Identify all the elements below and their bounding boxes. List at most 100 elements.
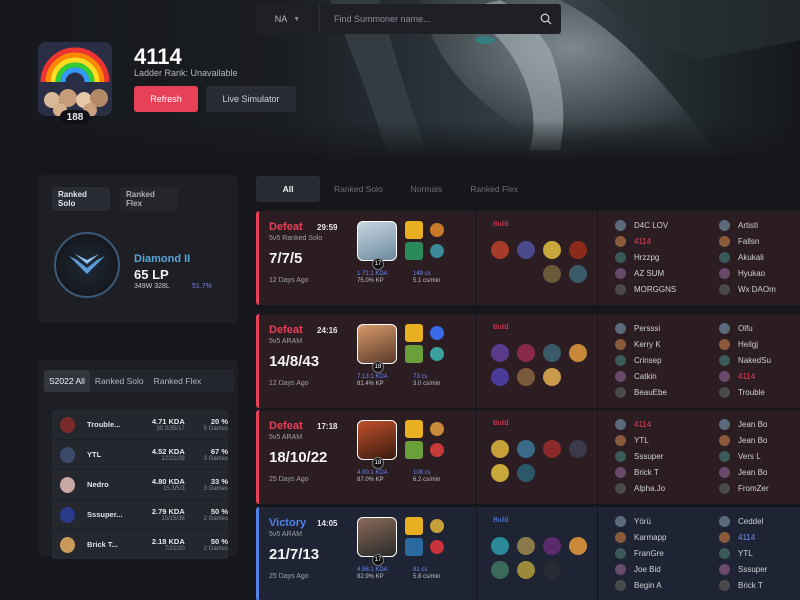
summoner-spell-icon[interactable] xyxy=(405,517,423,535)
item-icon[interactable] xyxy=(491,464,509,482)
player-row[interactable]: Sssuper xyxy=(615,448,705,464)
tab-ranked-solo[interactable]: Ranked Solo xyxy=(52,187,110,211)
player-row[interactable]: Karmapp xyxy=(615,529,705,545)
player-row[interactable]: Yörü xyxy=(615,513,705,529)
champion-row[interactable]: Trouble... 4.71 KDA 30.3/35/17 20 % 5 Game… xyxy=(52,410,228,439)
player-row[interactable]: NakedSu xyxy=(719,352,800,368)
player-row[interactable]: Alpha.Jo xyxy=(615,480,705,496)
player-row[interactable]: 4114 xyxy=(719,529,800,545)
item-icon[interactable] xyxy=(517,440,535,458)
player-row[interactable]: Brick T xyxy=(719,577,800,593)
item-icon[interactable] xyxy=(517,368,535,386)
player-row[interactable]: Sssuper xyxy=(719,561,800,577)
item-icon[interactable] xyxy=(543,537,561,555)
match-card[interactable]: Defeat 24:16 5v5 ARAM 14/8/43 12 Days Ago 18 7… xyxy=(256,314,800,408)
summoner-spell-icon[interactable] xyxy=(405,324,423,342)
player-row[interactable]: Jean Bo xyxy=(719,432,800,448)
player-row[interactable]: 4114 xyxy=(615,416,705,432)
summoner-spell-icon[interactable] xyxy=(405,538,423,556)
champion-row[interactable]: Brick T... 2.18 KDA 7/21/20 50 % 2 Games xyxy=(52,530,228,559)
item-icon[interactable] xyxy=(517,537,535,555)
tab-season-ranked-solo[interactable]: Ranked Solo xyxy=(90,370,149,392)
player-row[interactable]: 4114 xyxy=(615,233,705,249)
tab-s2022-all[interactable]: S2022 All xyxy=(44,370,90,392)
item-icon[interactable] xyxy=(491,440,509,458)
item-icon[interactable] xyxy=(517,464,535,482)
player-row[interactable]: Jean Bo xyxy=(719,464,800,480)
player-row[interactable]: Begin A xyxy=(615,577,705,593)
tab-ranked-flex[interactable]: Ranked Flex xyxy=(120,187,178,211)
item-icon[interactable] xyxy=(543,241,561,259)
rune-icon[interactable] xyxy=(430,326,444,340)
summoner-spell-icon[interactable] xyxy=(405,441,423,459)
player-row[interactable]: Heilgj xyxy=(719,336,800,352)
search-input[interactable] xyxy=(320,4,531,34)
item-icon[interactable] xyxy=(491,344,509,362)
player-row[interactable]: AZ SUM xyxy=(615,265,705,281)
tab-ranked-flex-matches[interactable]: Ranked Flex xyxy=(456,176,532,202)
item-icon[interactable] xyxy=(517,344,535,362)
tab-ranked-solo-matches[interactable]: Ranked Solo xyxy=(320,176,397,202)
player-row[interactable]: Joe Bid xyxy=(615,561,705,577)
item-icon[interactable] xyxy=(569,440,587,458)
item-icon[interactable] xyxy=(517,241,535,259)
tab-all[interactable]: All xyxy=(256,176,320,202)
player-row[interactable]: Hyukao xyxy=(719,265,800,281)
player-row[interactable]: YTL xyxy=(719,545,800,561)
player-row[interactable]: Jean Bo xyxy=(719,416,800,432)
summoner-spell-icon[interactable] xyxy=(405,345,423,363)
rune-icon[interactable] xyxy=(430,244,444,258)
player-row[interactable]: Catkin xyxy=(615,368,705,384)
player-row[interactable]: Fallsn xyxy=(719,233,800,249)
match-card[interactable]: Victory 14:05 5v5 ARAM 21/7/13 25 Days Ago 17… xyxy=(256,507,800,600)
player-row[interactable]: Crinsep xyxy=(615,352,705,368)
rune-icon[interactable] xyxy=(430,519,444,533)
rune-icon[interactable] xyxy=(430,443,444,457)
player-row[interactable]: Persssi xyxy=(615,320,705,336)
champion-portrait[interactable] xyxy=(357,420,397,460)
champion-row[interactable]: YTL 4.52 KDA 12/21/39 67 % 3 Games xyxy=(52,440,228,469)
player-row[interactable]: Olfu xyxy=(719,320,800,336)
player-row[interactable]: FranGre xyxy=(615,545,705,561)
player-row[interactable]: FromZer xyxy=(719,480,800,496)
item-icon[interactable] xyxy=(543,265,561,283)
item-icon[interactable] xyxy=(543,344,561,362)
item-icon[interactable] xyxy=(543,368,561,386)
player-row[interactable]: Vers L xyxy=(719,448,800,464)
player-row[interactable]: YTL xyxy=(615,432,705,448)
summoner-spell-icon[interactable] xyxy=(405,242,423,260)
player-row[interactable]: Hrzzpg xyxy=(615,249,705,265)
champion-row[interactable]: Sssuper... 2.79 KDA 15/15/38 50 % 2 Games xyxy=(52,500,228,529)
player-row[interactable]: Trouble xyxy=(719,384,800,400)
search-icon[interactable] xyxy=(531,4,561,34)
match-card[interactable]: Defeat 29:59 5v5 Ranked Solo 7/7/5 12 Days A… xyxy=(256,211,800,305)
item-icon[interactable] xyxy=(569,265,587,283)
item-icon[interactable] xyxy=(543,561,561,579)
player-row[interactable]: Kerry K xyxy=(615,336,705,352)
item-icon[interactable] xyxy=(517,561,535,579)
live-simulator-button[interactable]: Live Simulator xyxy=(206,86,296,112)
item-icon[interactable] xyxy=(491,241,509,259)
refresh-button[interactable]: Refresh xyxy=(134,86,198,112)
item-icon[interactable] xyxy=(491,561,509,579)
tab-normals[interactable]: Normals xyxy=(397,176,457,202)
summoner-spell-icon[interactable] xyxy=(405,221,423,239)
champion-portrait[interactable] xyxy=(357,221,397,261)
player-row[interactable]: Wx DAOm xyxy=(719,281,800,297)
player-row[interactable]: Brick T xyxy=(615,464,705,480)
player-row[interactable]: BeauEbe xyxy=(615,384,705,400)
match-card[interactable]: Defeat 17:18 5v5 ARAM 18/10/22 25 Days Ago 18… xyxy=(256,410,800,504)
rune-icon[interactable] xyxy=(430,540,444,554)
region-select[interactable]: NA ▼ xyxy=(256,4,320,34)
player-row[interactable]: Ceddel xyxy=(719,513,800,529)
champion-row[interactable]: Nedro 4.80 KDA 15.3/5/3 33 % 3 Games xyxy=(52,470,228,499)
rune-icon[interactable] xyxy=(430,422,444,436)
item-icon[interactable] xyxy=(569,344,587,362)
item-icon[interactable] xyxy=(491,368,509,386)
item-icon[interactable] xyxy=(491,537,509,555)
player-row[interactable]: MORGGNS xyxy=(615,281,705,297)
tab-season-ranked-flex[interactable]: Ranked Flex xyxy=(149,370,207,392)
player-row[interactable]: Artisti xyxy=(719,217,800,233)
rune-icon[interactable] xyxy=(430,223,444,237)
player-row[interactable]: Akukali xyxy=(719,249,800,265)
